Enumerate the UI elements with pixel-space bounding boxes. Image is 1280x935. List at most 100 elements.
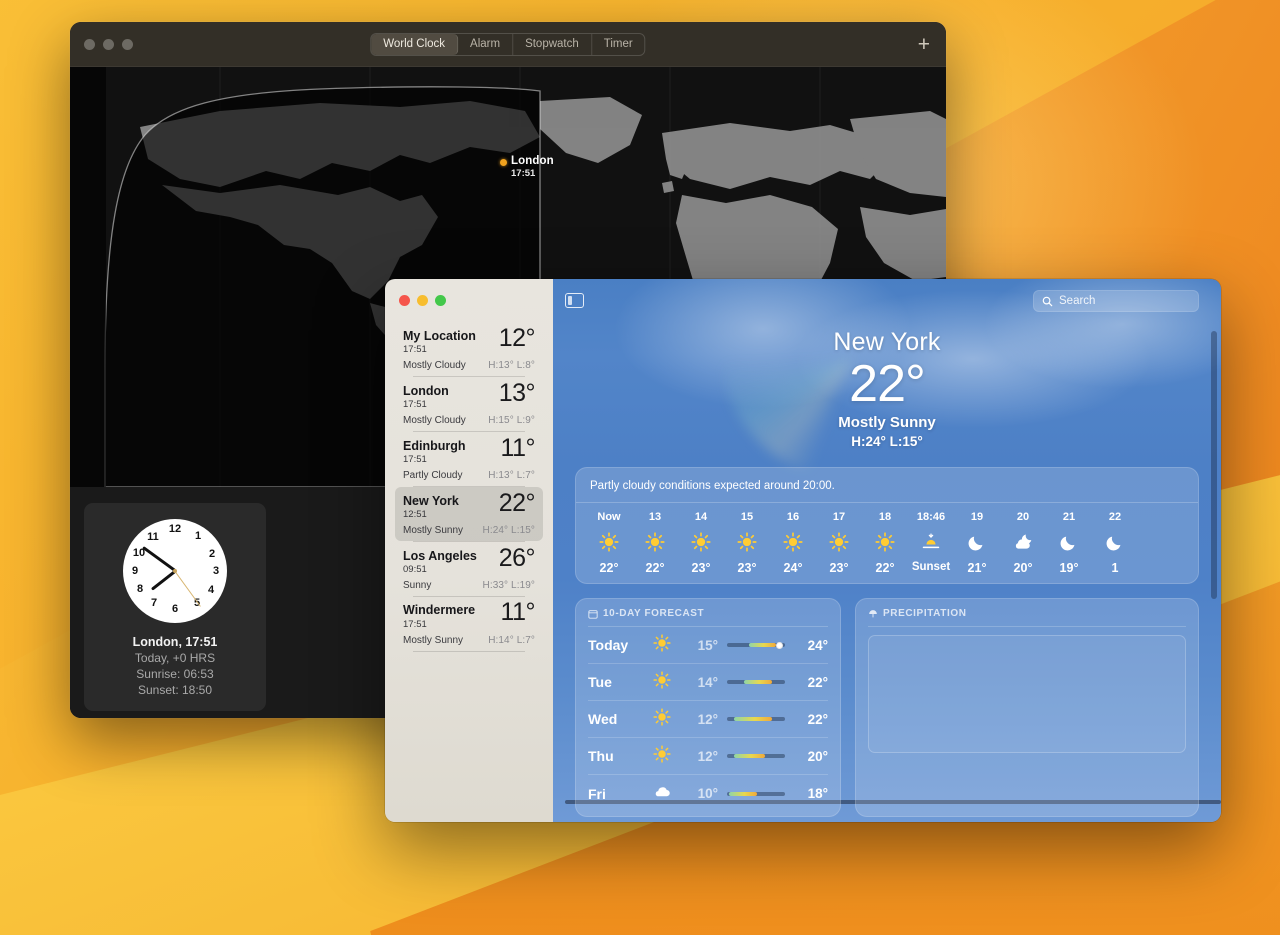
hourly-forecast-strip[interactable]: Now 22° 13 22° 14 23° 15 23° 16 24° 17 23° 18 22° 18:4…	[565, 503, 1221, 805]
zoom-button[interactable]	[435, 295, 446, 306]
weather-sidebar[interactable]: My Location 17:51 12° Mostly Cloudy H:13° L:…	[385, 279, 553, 822]
city-name: My Location	[403, 329, 476, 343]
precipitation-chart	[868, 635, 1186, 754]
hourly-value: 21°	[967, 561, 987, 576]
sun-icon	[862, 527, 908, 557]
hourly-item[interactable]: 16 24°	[770, 511, 816, 575]
hourly-value: 23°	[691, 561, 711, 576]
close-button[interactable]	[399, 295, 410, 306]
close-button[interactable]	[84, 38, 95, 50]
ten-day-card-header: 10-DAY FORECAST	[588, 608, 828, 628]
day-temp-range-fill	[733, 754, 766, 759]
sun-icon	[816, 527, 862, 557]
ten-day-row[interactable]: Wed 12° 22°	[588, 701, 828, 739]
ten-day-forecast-card[interactable]: 10-DAY FORECAST Today 15° 24° Tue 14° 22° Wed 1…	[575, 598, 841, 818]
city-temperature: 13°	[498, 378, 536, 407]
cloud-icon	[644, 782, 680, 805]
map-pin-london[interactable]: London 17:51	[500, 155, 554, 179]
day-name: Thu	[588, 748, 614, 765]
zoom-button[interactable]	[122, 38, 133, 50]
clock-card-london[interactable]: 12 1 2 3 4 5 6 7 8 9 10 11	[84, 503, 266, 711]
city-list-item[interactable]: Edinburgh 17:51 11° Partly Cloudy H:13° L:7°	[395, 432, 543, 486]
day-low-temp: 10°	[697, 786, 718, 802]
clock-traffic-lights[interactable]	[84, 38, 133, 50]
hourly-item[interactable]: 19 21°	[954, 511, 1000, 575]
clock-tab-bar[interactable]: World Clock Alarm Stopwatch Timer	[370, 32, 646, 56]
clock-number-1: 1	[194, 530, 202, 542]
city-list[interactable]: My Location 17:51 12° Mostly Cloudy H:13° L:…	[385, 322, 553, 652]
day-low-temp: 14°	[697, 674, 718, 690]
ten-day-row[interactable]: Today 15° 24°	[588, 627, 828, 665]
city-local-time: 17:51	[403, 618, 427, 630]
hourly-label: 15	[740, 511, 754, 524]
tab-stopwatch[interactable]: Stopwatch	[513, 33, 592, 55]
current-temp-dot	[775, 641, 783, 649]
weather-app-window[interactable]: My Location 17:51 12° Mostly Cloudy H:13° L:…	[385, 279, 1221, 822]
tab-alarm[interactable]: Alarm	[458, 33, 514, 55]
add-clock-button[interactable]: +	[918, 34, 930, 55]
hourly-item[interactable]: 22 1	[1092, 511, 1138, 575]
day-temp-range-fill	[729, 791, 758, 796]
ten-day-row[interactable]: Fri 10° 18°	[588, 775, 828, 812]
clock-number-6: 6	[171, 603, 179, 615]
clock-second-hand	[174, 570, 202, 607]
hourly-label: 22	[1108, 511, 1122, 524]
clock-card-sunset: Sunset: 18:50	[137, 683, 213, 697]
city-condition: Sunny	[403, 579, 432, 591]
ten-day-card-title: 10-DAY FORECAST	[603, 608, 705, 620]
tab-timer[interactable]: Timer	[592, 34, 645, 55]
city-high-low: H:15° L:9°	[488, 415, 535, 427]
weather-titlebar	[385, 279, 553, 322]
hourly-item[interactable]: 21 19°	[1046, 511, 1092, 575]
city-list-item[interactable]: London 17:51 13° Mostly Cloudy H:15° L:9°	[395, 377, 543, 431]
map-pin-dot-icon	[500, 159, 507, 166]
ten-day-list[interactable]: Today 15° 24° Tue 14° 22° Wed 12° 22° Thu 12° 20° Fr…	[588, 627, 828, 812]
hourly-item[interactable]: 14 23°	[678, 511, 724, 575]
hourly-label: 19	[970, 511, 984, 524]
minimize-button[interactable]	[103, 38, 114, 50]
weather-scroll-area[interactable]: Partly cloudy conditions expected around…	[553, 449, 1221, 818]
hourly-item[interactable]: 18:46 Sunset	[908, 511, 954, 575]
hourly-label: 13	[648, 511, 662, 524]
clock-center-pivot	[173, 569, 177, 573]
hourly-item[interactable]: 20 20°	[1000, 511, 1046, 575]
moon-icon	[954, 527, 1000, 557]
search-input[interactable]: Search	[1033, 290, 1199, 312]
city-list-item[interactable]: Windermere 17:51 11° Mostly Sunny H:14° L:7°	[395, 596, 543, 650]
hourly-value: 1	[1111, 561, 1119, 576]
sidebar-toggle-icon[interactable]	[565, 293, 584, 308]
hourly-forecast-card[interactable]: Partly cloudy conditions expected around…	[565, 467, 1221, 805]
hero-condition: Mostly Sunny	[838, 414, 936, 432]
ten-day-row[interactable]: Thu 12° 20°	[588, 738, 828, 776]
minimize-button[interactable]	[417, 295, 428, 306]
weather-scrollbar[interactable]	[1211, 331, 1217, 599]
current-conditions-hero: New York 22° Mostly Sunny H:24° L:15°	[553, 328, 1221, 449]
city-temperature: 12°	[498, 324, 536, 352]
clock-minute-hand	[141, 546, 176, 573]
search-placeholder: Search	[1059, 295, 1096, 307]
hourly-item[interactable]: 15 23°	[724, 511, 770, 575]
clock-titlebar: World Clock Alarm Stopwatch Timer +	[70, 22, 946, 67]
day-low-temp: 15°	[697, 637, 718, 653]
hourly-item[interactable]: 17 23°	[816, 511, 862, 575]
sun-icon	[644, 707, 680, 731]
city-condition: Mostly Sunny	[403, 525, 464, 536]
city-list-item[interactable]: Los Angeles 09:51 26° Sunny H:33° L:19°	[395, 542, 543, 596]
city-local-time: 17:51	[403, 399, 427, 411]
hourly-item[interactable]: Now 22°	[586, 511, 632, 575]
precipitation-card[interactable]: PRECIPITATION	[855, 598, 1199, 818]
hourly-item[interactable]: 13 22°	[632, 511, 678, 575]
city-local-time: 17:51	[403, 454, 427, 466]
tab-world-clock[interactable]: World Clock	[371, 33, 459, 55]
city-list-item[interactable]: My Location 17:51 12° Mostly Cloudy H:13° L:…	[395, 322, 543, 376]
city-list-item[interactable]: New York 12:51 22° Mostly Sunny H:24° L:15°	[395, 486, 543, 541]
hourly-value: 22°	[645, 561, 665, 576]
city-name: Edinburgh	[403, 438, 466, 453]
hourly-item[interactable]: 18 22°	[862, 511, 908, 575]
hourly-value: 19°	[1059, 561, 1079, 576]
ten-day-row[interactable]: Tue 14° 22°	[588, 664, 828, 702]
cloud-moon-icon	[1000, 527, 1046, 557]
city-high-low: H:13° L:8°	[488, 360, 535, 372]
day-temp-range-bar	[727, 791, 785, 796]
sun-icon	[586, 527, 632, 557]
